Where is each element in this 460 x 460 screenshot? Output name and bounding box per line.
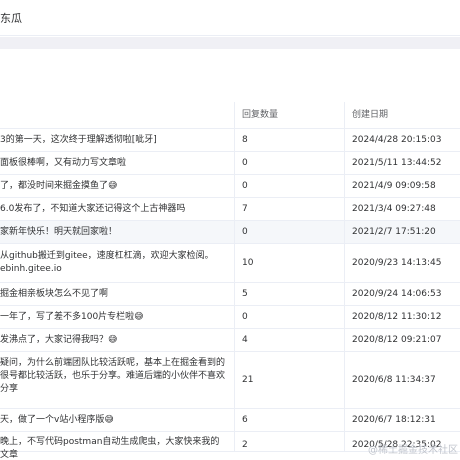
row-replies: 8 [242,135,248,145]
row-date: 2020/6/7 18:12:31 [352,415,436,425]
table-row[interactable]: 掘金相亲板块怎么不见了啊 5 2020/9/24 14:06:53 [0,283,460,306]
row-replies: 0 [242,312,248,322]
row-date: 2020/9/23 14:13:45 [352,258,442,268]
table-row[interactable]: 3的第一天，这次终于理解透彻啦[呲牙] 8 2024/4/28 20:15:03 [0,129,460,152]
table-row[interactable]: 天，做了一个v站小程序版😅 6 2020/6/7 18:12:31 [0,409,460,432]
row-replies: 0 [242,158,248,168]
table-row[interactable]: 从github搬迁到gitee，速度杠杠滴，欢迎大家检阅。 ebinh.gite… [0,244,460,283]
table-row-hovered[interactable]: 家新年快乐！明天就回家啦！ 0 2021/2/7 17:51:20 [0,221,460,244]
table-row[interactable]: 面板很棒啊，又有动力写文章啦 0 2021/5/11 13:44:52 [0,152,460,175]
row-title: 3的第一天，这次终于理解透彻啦[呲牙] [0,135,157,145]
table-row[interactable]: 疑问，为什么前端团队比较活跃呢，基本上在掘金看到的很号都比较活跃，也乐于分享。难… [0,352,460,409]
row-title: 晚上，不写代码postman自动生成爬虫，大家快来我的文章 [0,437,220,460]
table-row[interactable]: 发沸点了，大家记得我吗？😅 4 2020/8/12 09:21:07 [0,329,460,352]
column-header-replies[interactable]: 回复数量 [242,102,338,129]
row-title: 掘金相亲板块怎么不见了啊 [0,289,109,299]
row-date: 2024/4/28 20:15:03 [352,135,442,145]
row-date: 2021/3/4 09:27:48 [352,204,436,214]
row-date: 2020/8/12 09:21:07 [352,335,442,345]
row-replies: 7 [242,204,248,214]
row-title: 家新年快乐！明天就回家啦！ [0,227,118,237]
row-title: 一年了，写了差不多100片专栏啦😅 [0,312,144,322]
row-replies: 21 [242,375,254,385]
table-row[interactable]: 了，都没时间来掘金摸鱼了😅 0 2021/4/9 09:09:58 [0,175,460,198]
row-title: 天，做了一个v站小程序版😅 [0,415,114,425]
row-date: 2021/2/7 17:51:20 [352,227,436,237]
top-bar: 东瓜 [0,0,460,36]
row-title: 从github搬迁到gitee，速度杠杠滴，欢迎大家检阅。 ebinh.gite… [0,251,214,274]
row-replies: 4 [242,335,248,345]
row-title: 发沸点了，大家记得我吗？😅 [0,335,118,345]
watermark: @稀土掘金技术社区 [368,445,458,456]
row-title: 面板很棒啊，又有动力写文章啦 [0,158,127,168]
row-date: 2021/5/11 13:44:52 [352,158,442,168]
column-header-date[interactable]: 创建日期 [352,102,460,129]
app-brand: 东瓜 [0,12,22,25]
sub-bar [0,37,460,49]
row-title: 疑问，为什么前端团队比较活跃呢，基本上在掘金看到的很号都比较活跃，也乐于分享。难… [0,358,226,394]
row-replies: 10 [242,258,254,268]
row-replies: 5 [242,289,248,299]
table-header: 回复数量 创建日期 [0,102,460,129]
table-row[interactable]: 一年了，写了差不多100片专栏啦😅 0 2020/8/12 11:30:12 [0,306,460,329]
row-replies: 6 [242,415,248,425]
row-replies: 2 [242,440,248,450]
row-date: 2021/4/9 09:09:58 [352,181,436,191]
table-row[interactable]: 6.0发布了，不知道大家还记得这个上古神器吗 7 2021/3/4 09:27:… [0,198,460,221]
row-replies: 0 [242,181,248,191]
row-title: 6.0发布了，不知道大家还记得这个上古神器吗 [0,204,186,214]
data-table: 回复数量 创建日期 3的第一天，这次终于理解透彻啦[呲牙] 8 2024/4/2… [0,102,460,460]
row-date: 2020/6/8 11:34:37 [352,375,436,385]
row-replies: 0 [242,227,248,237]
row-date: 2020/9/24 14:06:53 [352,289,442,299]
row-date: 2020/8/12 11:30:12 [352,312,442,322]
row-title: 了，都没时间来掘金摸鱼了😅 [0,181,118,191]
